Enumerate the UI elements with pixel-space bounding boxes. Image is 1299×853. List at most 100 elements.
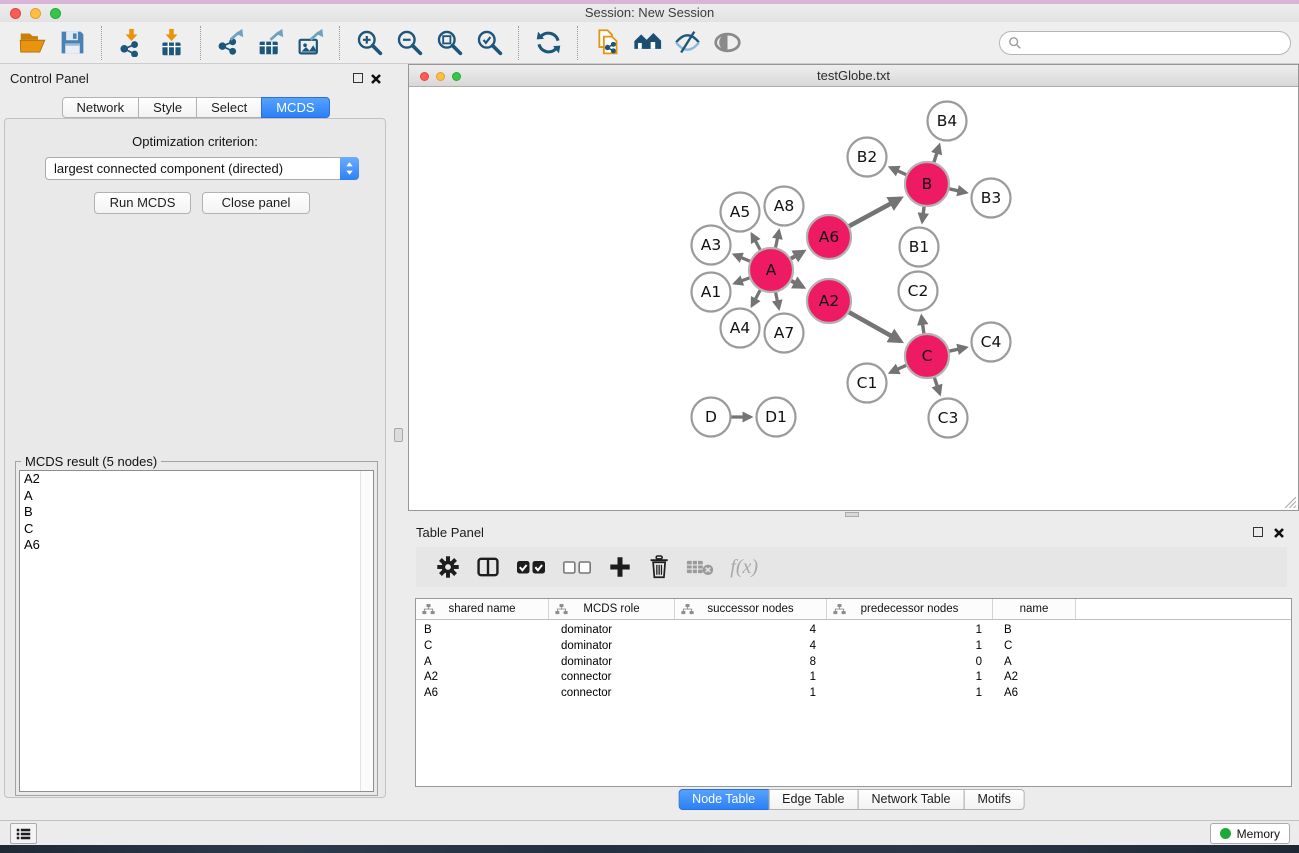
column-layout-icon[interactable] (476, 552, 500, 582)
tab-style[interactable]: Style (138, 97, 197, 118)
zoom-in-icon[interactable] (352, 27, 386, 59)
graph-node-B3[interactable]: B3 (972, 179, 1011, 218)
edge-B-B3[interactable] (949, 189, 967, 193)
zoom-fit-icon[interactable] (432, 27, 466, 59)
edge-A-A6[interactable] (790, 251, 804, 259)
graph-node-C[interactable]: C (905, 334, 949, 378)
float-panel-icon[interactable] (1253, 527, 1263, 537)
table-row[interactable]: Cdominator41C (416, 639, 1291, 655)
graph-node-C2[interactable]: C2 (899, 272, 938, 311)
close-panel-button[interactable]: Close panel (202, 192, 310, 214)
minimize-network-button[interactable] (436, 72, 445, 81)
graph-node-B4[interactable]: B4 (928, 102, 967, 141)
column-header-shared-name[interactable]: shared name (416, 599, 549, 619)
tab-select[interactable]: Select (196, 97, 262, 118)
close-network-button[interactable] (420, 72, 429, 81)
node-table[interactable]: shared nameMCDS rolesuccessor nodesprede… (415, 598, 1292, 787)
edge-A6-B[interactable] (848, 198, 900, 226)
hide-graphics-details-icon[interactable] (670, 27, 704, 59)
search-input[interactable] (1026, 34, 1290, 52)
tab-edge-table[interactable]: Edge Table (768, 789, 858, 810)
graph-node-A6[interactable]: A6 (807, 215, 851, 259)
result-list-item[interactable]: A6 (20, 537, 373, 554)
result-list-item[interactable]: B (20, 504, 373, 521)
export-network-icon[interactable] (213, 27, 247, 59)
save-session-icon[interactable] (55, 27, 89, 59)
edge-A-A5[interactable] (752, 234, 761, 250)
edge-A-A2[interactable] (790, 280, 803, 287)
column-header-name[interactable]: name (993, 599, 1076, 619)
open-file-icon[interactable] (15, 27, 49, 59)
graph-node-A5[interactable]: A5 (721, 193, 760, 232)
graph-node-A2[interactable]: A2 (807, 279, 851, 323)
edge-A2-C[interactable] (848, 312, 900, 341)
zoom-selected-icon[interactable] (472, 27, 506, 59)
memory-button[interactable]: Memory (1210, 823, 1290, 844)
column-header-successor-nodes[interactable]: successor nodes (675, 599, 827, 619)
settings-gear-icon[interactable] (436, 552, 460, 582)
graph-node-B1[interactable]: B1 (900, 228, 939, 267)
graph-node-A4[interactable]: A4 (721, 309, 760, 348)
function-builder-icon[interactable]: f(x) (730, 552, 758, 582)
show-panel-list-button[interactable] (10, 823, 37, 844)
export-image-icon[interactable] (293, 27, 327, 59)
graph-node-C3[interactable]: C3 (929, 399, 968, 438)
splitter-grip[interactable] (845, 512, 859, 517)
result-list-item[interactable]: C (20, 521, 373, 538)
graph-node-C4[interactable]: C4 (972, 323, 1011, 362)
graph-node-A3[interactable]: A3 (692, 226, 731, 265)
graph-node-A1[interactable]: A1 (692, 273, 731, 312)
network-window-titlebar[interactable]: testGlobe.txt (409, 65, 1298, 87)
duplicate-network-icon[interactable] (590, 27, 624, 59)
graph-node-A8[interactable]: A8 (765, 187, 804, 226)
edge-C-C1[interactable] (890, 365, 907, 373)
edge-A-A3[interactable] (734, 255, 750, 262)
birds-eye-view-icon[interactable] (710, 27, 744, 59)
graph-node-A[interactable]: A (749, 248, 793, 292)
column-header-MCDS-role[interactable]: MCDS role (549, 599, 675, 619)
close-window-button[interactable] (10, 8, 21, 19)
resize-grip-icon[interactable] (1284, 496, 1297, 509)
tab-network-table[interactable]: Network Table (858, 789, 965, 810)
graph-node-B[interactable]: B (905, 162, 949, 206)
result-scrollbar-track[interactable] (360, 471, 373, 791)
edge-A-A7[interactable] (775, 292, 779, 309)
tab-node-table[interactable]: Node Table (678, 789, 769, 810)
graph-node-B2[interactable]: B2 (848, 138, 887, 177)
criterion-dropdown[interactable]: largest connected component (directed) (45, 157, 359, 180)
mcds-result-list[interactable]: A2ABCA6 (19, 470, 374, 792)
column-header-predecessor-nodes[interactable]: predecessor nodes (827, 599, 993, 619)
tab-motifs[interactable]: Motifs (963, 789, 1024, 810)
edge-B-B2[interactable] (890, 168, 907, 176)
table-row[interactable]: A2connector11A2 (416, 670, 1291, 686)
search-box[interactable] (999, 31, 1291, 55)
float-panel-icon[interactable] (353, 73, 363, 83)
edge-A-A1[interactable] (735, 278, 751, 284)
select-all-columns-icon[interactable] (516, 552, 546, 582)
table-row[interactable]: Bdominator41B (416, 623, 1291, 639)
edge-B-B1[interactable] (922, 206, 924, 222)
export-table-icon[interactable] (253, 27, 287, 59)
graph-node-C1[interactable]: C1 (848, 364, 887, 403)
result-list-item[interactable]: A2 (20, 471, 373, 488)
zoom-out-icon[interactable] (392, 27, 426, 59)
graph-node-D[interactable]: D (692, 398, 731, 437)
run-mcds-button[interactable]: Run MCDS (94, 192, 191, 214)
add-column-icon[interactable] (608, 552, 632, 582)
close-panel-icon[interactable] (370, 72, 382, 84)
graph-node-A7[interactable]: A7 (765, 314, 804, 353)
table-row[interactable]: A6connector11A6 (416, 686, 1291, 702)
horizontal-splitter[interactable] (408, 511, 1299, 519)
tab-network[interactable]: Network (61, 97, 139, 118)
table-row[interactable]: Adominator80A (416, 655, 1291, 671)
import-table-icon[interactable] (154, 27, 188, 59)
tab-mcds[interactable]: MCDS (261, 97, 329, 118)
network-overview-icon[interactable] (630, 27, 664, 59)
minimize-window-button[interactable] (30, 8, 41, 19)
zoom-window-button[interactable] (50, 8, 61, 19)
splitter-grip[interactable] (394, 428, 403, 442)
result-list-item[interactable]: A (20, 488, 373, 505)
import-network-icon[interactable] (114, 27, 148, 59)
close-panel-icon[interactable] (1273, 526, 1285, 538)
edge-C-C3[interactable] (934, 377, 940, 394)
